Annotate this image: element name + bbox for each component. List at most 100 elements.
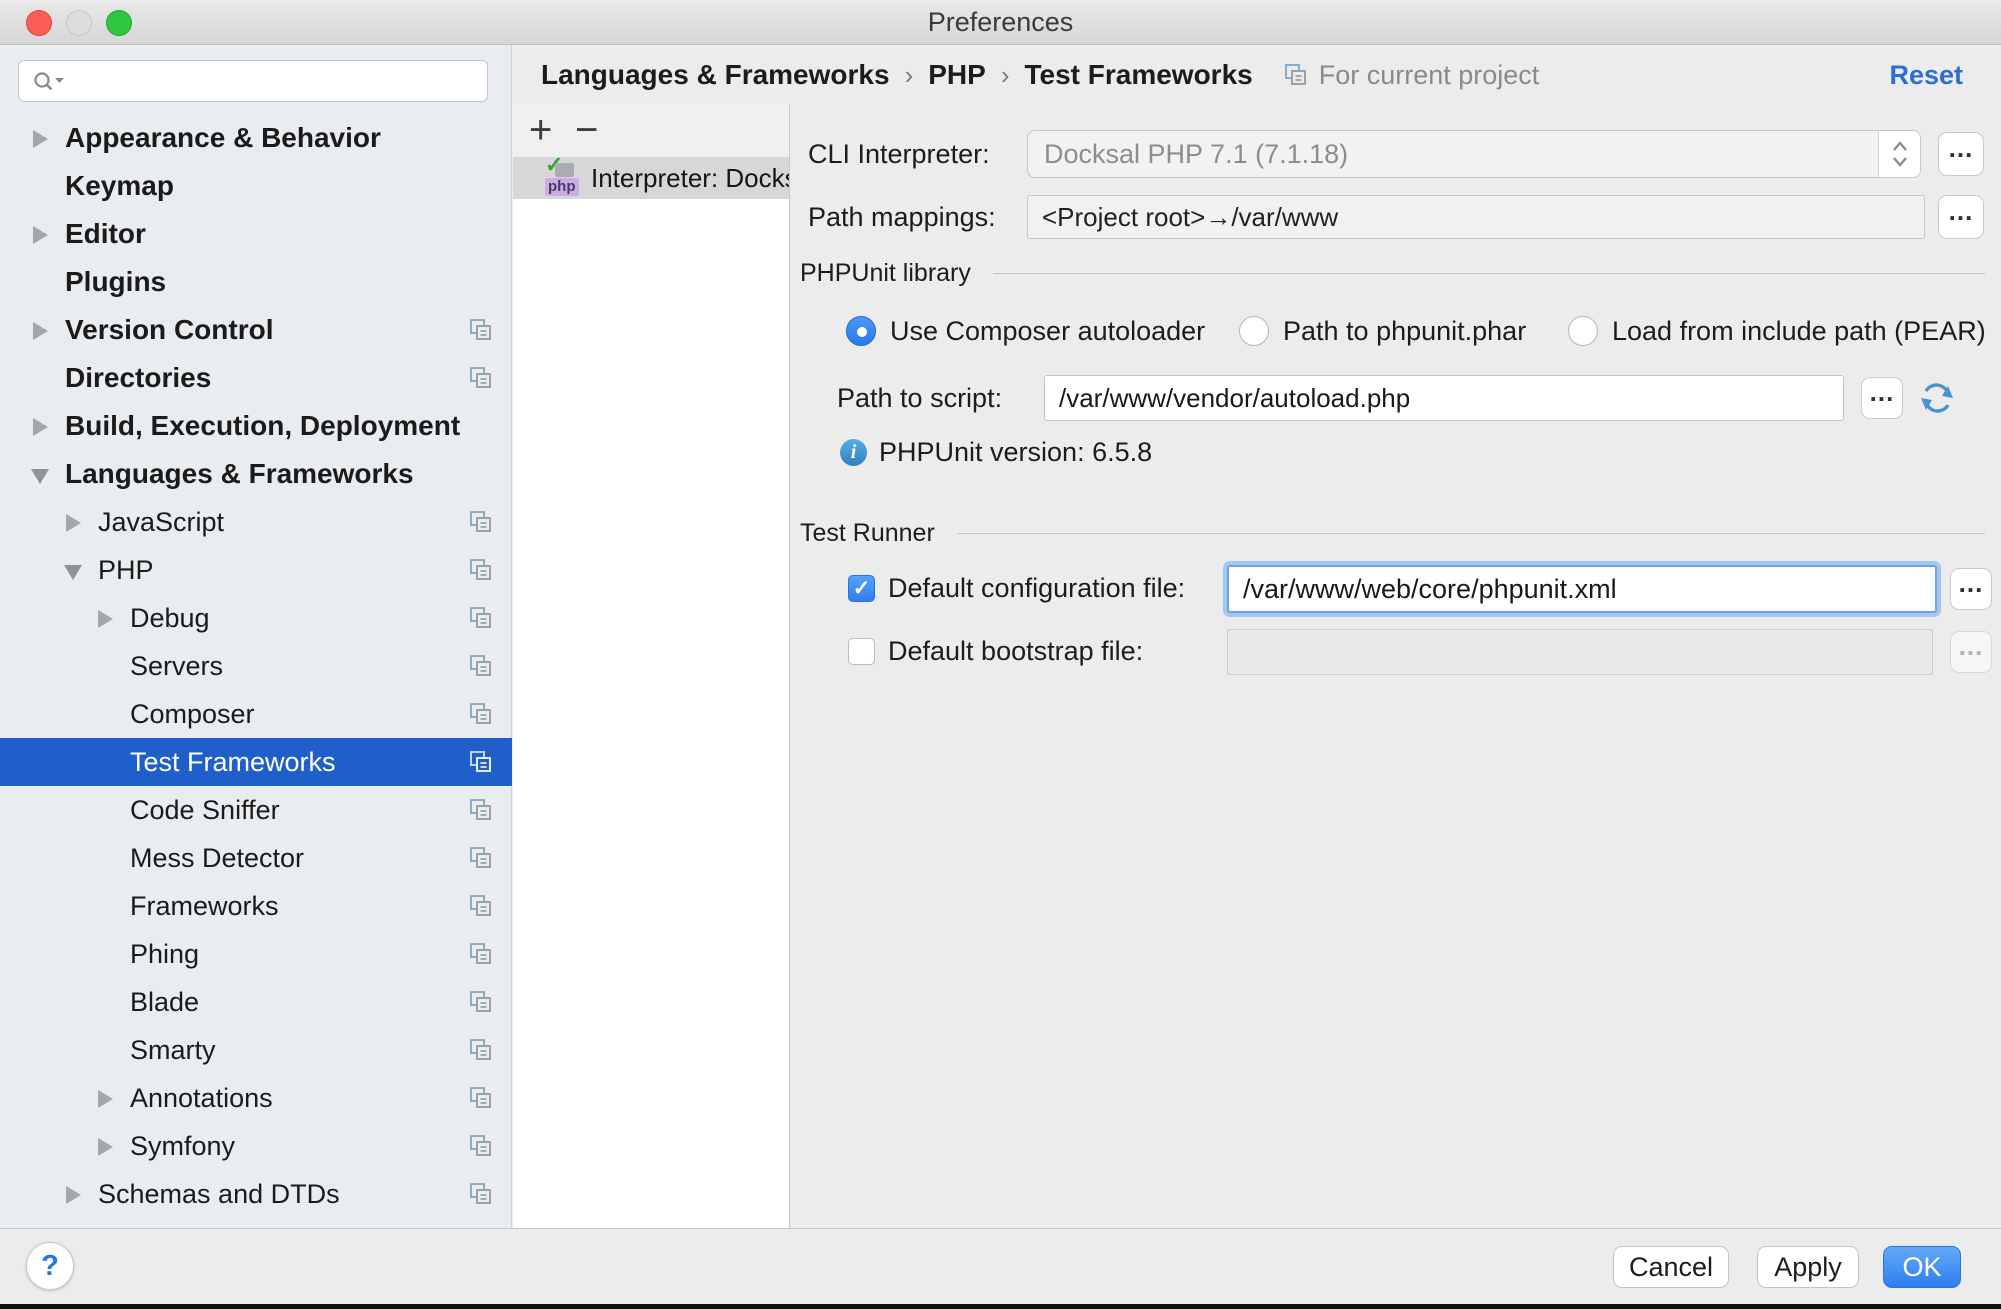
arrow-spacer xyxy=(95,700,117,728)
sidebar-item-blade[interactable]: Blade xyxy=(0,978,512,1026)
chevron-right-icon[interactable] xyxy=(30,316,52,344)
add-interpreter-button[interactable]: + xyxy=(529,105,552,157)
sidebar-item-label: Servers xyxy=(130,651,223,682)
chevron-right-icon[interactable] xyxy=(30,412,52,440)
cli-interpreter-browse-button[interactable]: ... xyxy=(1938,132,1984,176)
cli-interpreter-select[interactable]: Docksal PHP 7.1 (7.1.18) xyxy=(1027,130,1921,178)
sidebar-item-label: Directories xyxy=(65,362,211,394)
cancel-button[interactable]: Cancel xyxy=(1613,1246,1729,1288)
sidebar-item-mess-detector[interactable]: Mess Detector xyxy=(0,834,512,882)
sidebar-item-directories[interactable]: Directories xyxy=(0,354,512,402)
path-mappings-field[interactable]: <Project root>→/var/www xyxy=(1027,195,1925,239)
arrow-spacer xyxy=(95,988,117,1016)
sidebar-item-build-execution-deployment[interactable]: Build, Execution, Deployment xyxy=(0,402,512,450)
copy-icon xyxy=(468,749,494,775)
reload-phpunit-icon[interactable] xyxy=(1918,379,1956,417)
stepper-arrows-icon[interactable] xyxy=(1878,131,1920,177)
chevron-right-icon[interactable] xyxy=(63,508,85,536)
sidebar-item-debug[interactable]: Debug xyxy=(0,594,512,642)
sidebar-item-symfony[interactable]: Symfony xyxy=(0,1122,512,1170)
sidebar-item-composer[interactable]: Composer xyxy=(0,690,512,738)
default-configuration-file-input[interactable] xyxy=(1227,565,1937,613)
chevron-down-icon[interactable] xyxy=(30,460,52,488)
radio-path-to-phpunit-phar[interactable]: Path to phpunit.phar xyxy=(1239,313,1526,349)
copy-icon xyxy=(468,941,494,967)
search-box[interactable] xyxy=(18,60,488,102)
cli-interpreter-value: Docksal PHP 7.1 (7.1.18) xyxy=(1044,131,1348,177)
sidebar-item-test-frameworks[interactable]: Test Frameworks xyxy=(0,738,512,786)
sidebar-item-frameworks[interactable]: Frameworks xyxy=(0,882,512,930)
chevron-right-icon[interactable] xyxy=(95,604,117,632)
interpreter-list-item-label: Interpreter: Docksal xyxy=(591,163,790,194)
chevron-right-icon[interactable] xyxy=(30,124,52,152)
sidebar-item-servers[interactable]: Servers xyxy=(0,642,512,690)
copy-icon xyxy=(468,701,494,727)
sidebar-item-plugins[interactable]: Plugins xyxy=(0,258,512,306)
sidebar-item-label: Symfony xyxy=(130,1131,235,1162)
sidebar-item-code-sniffer[interactable]: Code Sniffer xyxy=(0,786,512,834)
sidebar-item-label: Blade xyxy=(130,987,199,1018)
sidebar-item-label: Composer xyxy=(130,699,255,730)
titlebar: Preferences xyxy=(0,0,2001,45)
breadcrumb-test-frameworks[interactable]: Test Frameworks xyxy=(1024,59,1252,91)
sidebar-item-schemas-and-dtds[interactable]: Schemas and DTDs xyxy=(0,1170,512,1218)
default-configuration-file-checkbox[interactable]: ✓ xyxy=(848,575,875,602)
copy-icon xyxy=(468,1037,494,1063)
sidebar-item-label: Mess Detector xyxy=(130,843,304,874)
chevron-right-icon[interactable] xyxy=(95,1084,117,1112)
chevron-right-icon[interactable] xyxy=(63,1180,85,1208)
default-configuration-file-browse-button[interactable]: ... xyxy=(1950,568,1992,610)
path-to-script-browse-button[interactable]: ... xyxy=(1861,377,1903,419)
sidebar-item-editor[interactable]: Editor xyxy=(0,210,512,258)
copy-icon xyxy=(468,365,494,391)
radio-label: Path to phpunit.phar xyxy=(1283,316,1526,347)
radio-unselected-icon[interactable] xyxy=(1568,316,1598,346)
search-input[interactable] xyxy=(69,62,477,100)
remove-interpreter-button[interactable]: − xyxy=(575,105,598,157)
sidebar-item-label: Version Control xyxy=(65,314,273,346)
reset-link[interactable]: Reset xyxy=(1889,60,1963,91)
sidebar-item-label: JavaScript xyxy=(98,507,224,538)
sidebar-item-label: PHP xyxy=(98,555,154,586)
sidebar-item-annotations[interactable]: Annotations xyxy=(0,1074,512,1122)
chevron-right-icon[interactable] xyxy=(95,1132,117,1160)
test-runner-section-header: Test Runner xyxy=(800,518,1985,548)
sidebar-item-label: Languages & Frameworks xyxy=(65,458,414,490)
phpunit-library-section-header: PHPUnit library xyxy=(800,258,1985,288)
help-button[interactable]: ? xyxy=(26,1242,74,1290)
sidebar-item-javascript[interactable]: JavaScript xyxy=(0,498,512,546)
radio-selected-icon[interactable] xyxy=(846,316,876,346)
sidebar-item-version-control[interactable]: Version Control xyxy=(0,306,512,354)
interpreter-toolbar: + − xyxy=(513,105,790,157)
chevron-right-icon[interactable] xyxy=(30,220,52,248)
sidebar-item-appearance-behavior[interactable]: Appearance & Behavior xyxy=(0,114,512,162)
sidebar-item-keymap[interactable]: Keymap xyxy=(0,162,512,210)
sidebar-item-smarty[interactable]: Smarty xyxy=(0,1026,512,1074)
apply-button[interactable]: Apply xyxy=(1757,1246,1859,1288)
breadcrumb-php[interactable]: PHP xyxy=(928,59,986,91)
interpreter-list-item[interactable]: ✓phpInterpreter: Docksal xyxy=(513,157,790,199)
path-mappings-label: Path mappings: xyxy=(808,195,996,239)
arrow-spacer xyxy=(30,268,52,296)
breadcrumb-separator: › xyxy=(890,60,929,91)
ok-button[interactable]: OK xyxy=(1883,1246,1961,1288)
scope-label: For current project xyxy=(1319,60,1540,91)
radio-load-from-include-path-pear[interactable]: Load from include path (PEAR) xyxy=(1568,313,1986,349)
breadcrumb-languages-frameworks[interactable]: Languages & Frameworks xyxy=(541,59,890,91)
radio-use-composer-autoloader[interactable]: Use Composer autoloader xyxy=(846,313,1205,349)
sidebar-item-label: Editor xyxy=(65,218,146,250)
copy-icon xyxy=(468,1085,494,1111)
sidebar-item-php[interactable]: PHP xyxy=(0,546,512,594)
path-to-script-input[interactable] xyxy=(1044,375,1844,421)
arrow-spacer xyxy=(95,652,117,680)
sidebar-item-languages-frameworks[interactable]: Languages & Frameworks xyxy=(0,450,512,498)
default-bootstrap-file-checkbox[interactable] xyxy=(848,638,875,665)
chevron-down-icon[interactable] xyxy=(63,556,85,584)
radio-unselected-icon[interactable] xyxy=(1239,316,1269,346)
path-mappings-browse-button[interactable]: ... xyxy=(1938,195,1984,239)
sidebar-item-label: Build, Execution, Deployment xyxy=(65,410,460,442)
arrow-spacer xyxy=(95,1036,117,1064)
copy-icon xyxy=(468,605,494,631)
sidebar-item-label: Keymap xyxy=(65,170,174,202)
sidebar-item-phing[interactable]: Phing xyxy=(0,930,512,978)
